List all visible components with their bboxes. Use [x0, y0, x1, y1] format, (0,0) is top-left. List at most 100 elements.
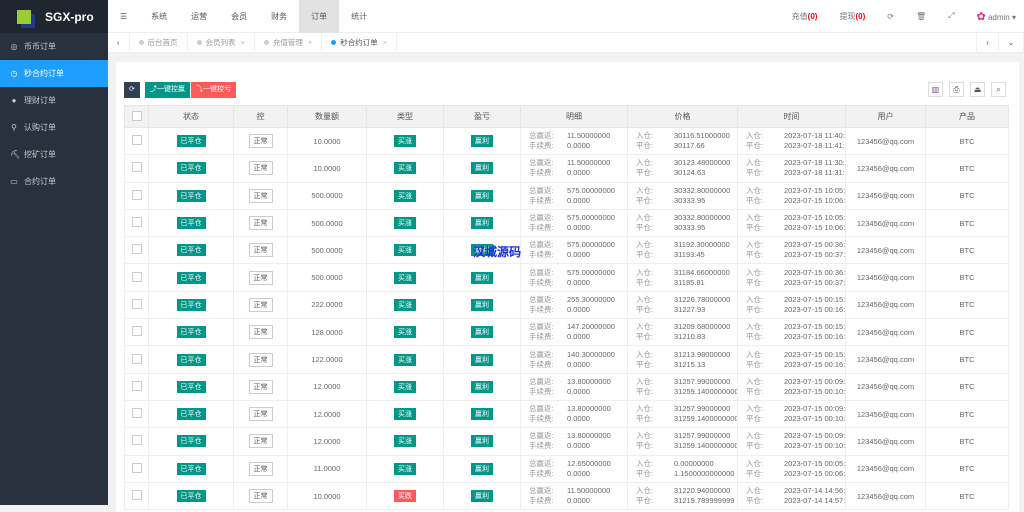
checkbox[interactable] [131, 353, 142, 364]
refresh-button[interactable]: ⟳ [124, 82, 140, 98]
ctrl-badge[interactable]: 正常 [248, 134, 273, 149]
sidebar-item[interactable]: ⛏ 挖矿订单 [0, 141, 108, 168]
checkbox[interactable] [131, 244, 142, 255]
page-tab[interactable]: 会员列表 × [188, 32, 255, 53]
column-header[interactable]: 数量额 [287, 105, 367, 128]
column-header[interactable]: 控 [233, 105, 288, 128]
nav-item[interactable]: 统计 [339, 0, 379, 33]
row-checkbox[interactable] [124, 236, 149, 265]
sidebar-item[interactable]: ▭ 合约订单 [0, 168, 108, 195]
ctrl-badge[interactable]: 正常 [248, 270, 273, 285]
sidebar-item[interactable]: ◎ 币币订单 [0, 33, 108, 60]
checkbox[interactable] [131, 462, 142, 473]
row-checkbox[interactable] [124, 399, 149, 429]
tabs-next-button[interactable]: › [976, 32, 999, 53]
column-header[interactable]: 价格 [627, 105, 738, 128]
row-checkbox[interactable] [124, 318, 149, 347]
user-menu[interactable]: ✿ admin ▾ [977, 10, 1017, 23]
column-header[interactable]: 时间 [737, 105, 846, 128]
row-checkbox[interactable] [124, 481, 149, 511]
columns-icon[interactable]: ▥ [928, 82, 943, 97]
fullscreen-icon[interactable]: ⤢ [948, 11, 954, 21]
ctrl-badge[interactable]: 正常 [248, 188, 273, 203]
row-checkbox[interactable] [124, 290, 149, 320]
win-all-button[interactable]: ⤴一键控赢 [145, 82, 190, 98]
checkbox[interactable] [131, 162, 142, 173]
checkbox[interactable] [131, 408, 142, 419]
tabs-dropdown-button[interactable]: ⌄ [999, 32, 1024, 53]
nav-item[interactable]: 财务 [259, 0, 299, 33]
close-icon[interactable]: × [241, 38, 245, 47]
checkbox[interactable] [131, 135, 142, 146]
page-tab[interactable]: 后台首页 [130, 32, 188, 53]
ctrl-badge[interactable]: 正常 [248, 243, 273, 258]
checkbox[interactable] [131, 435, 142, 446]
nav-item[interactable]: 系统 [139, 0, 179, 33]
sidebar-item[interactable]: ⚲ 认购订单 [0, 114, 108, 141]
close-icon[interactable]: × [308, 38, 312, 47]
checkbox[interactable] [131, 189, 142, 200]
menu-toggle-icon[interactable]: ☰ [108, 0, 139, 33]
nav-item[interactable]: 运营 [179, 0, 219, 33]
column-header[interactable]: 产品 [925, 105, 1009, 128]
column-header[interactable]: 用户 [845, 105, 926, 128]
tabs-prev-button[interactable]: ‹ [108, 32, 130, 53]
label: 入仓: [746, 213, 764, 223]
price-cell-grid: 入仓: 31213.98000000 平仓: 31215.13 [628, 350, 737, 370]
row-checkbox[interactable] [124, 126, 149, 156]
page-tab[interactable]: 充值管理 × [255, 32, 323, 53]
checkbox[interactable] [131, 380, 142, 391]
select-all-checkbox[interactable] [124, 105, 149, 128]
row-checkbox[interactable] [124, 454, 149, 483]
nav-item[interactable]: 订单 [299, 0, 340, 33]
ctrl-badge[interactable]: 正常 [248, 216, 273, 231]
withdraw-link[interactable]: 提现(0) [839, 11, 865, 22]
column-header[interactable]: 盈亏 [443, 105, 521, 128]
column-header[interactable]: 状态 [148, 105, 234, 128]
page-tab[interactable]: 秒合约订单 × [322, 32, 398, 53]
checkbox[interactable] [131, 298, 142, 309]
checkbox[interactable] [131, 217, 142, 228]
row-checkbox[interactable] [124, 345, 149, 374]
ctrl-badge[interactable]: 正常 [248, 297, 273, 312]
ctrl-badge-cell: 正常 [233, 399, 288, 429]
price-cell-grid: 入仓: 31209.68000000 平仓: 31210.83 [628, 322, 737, 342]
ctrl-badge[interactable]: 正常 [248, 161, 273, 176]
export-icon[interactable]: ⏏ [970, 82, 985, 97]
label: 平仓: [746, 277, 764, 287]
nav-item[interactable]: 会员 [219, 0, 259, 33]
ctrl-badge[interactable]: 正常 [248, 489, 273, 503]
checkbox[interactable] [131, 271, 142, 282]
label: 平仓: [746, 223, 764, 233]
ctrl-badge[interactable]: 正常 [248, 379, 273, 394]
row-checkbox[interactable] [124, 372, 149, 401]
ctrl-badge[interactable]: 正常 [248, 325, 273, 340]
refresh-icon[interactable]: ⟳ [887, 12, 894, 21]
price-cell-grid: 入仓: 31226.78000000 平仓: 31227.93 [628, 295, 737, 315]
close-icon[interactable]: × [383, 38, 387, 47]
checkbox[interactable] [131, 490, 142, 500]
status-badge: 已平仓 [176, 189, 206, 202]
ctrl-badge[interactable]: 正常 [248, 434, 273, 449]
row-checkbox[interactable] [124, 208, 149, 238]
time-cell-value: 2023-07-15 00:05:32 [784, 458, 845, 468]
row-checkbox[interactable] [124, 181, 149, 210]
ctrl-badge[interactable]: 正常 [248, 461, 273, 476]
search-icon[interactable]: ⌕ [991, 82, 1006, 97]
sidebar-item[interactable]: ● 理财订单 [0, 87, 108, 114]
tab-dot-icon [263, 39, 269, 45]
column-header[interactable]: 类型 [366, 105, 444, 128]
row-checkbox[interactable] [124, 427, 149, 456]
sidebar-item[interactable]: ◷ 秒合约订单 [0, 60, 108, 87]
ctrl-badge[interactable]: 正常 [248, 352, 273, 367]
column-header[interactable]: 明细 [520, 105, 628, 128]
trash-icon[interactable]: 🗑 [916, 12, 926, 21]
lose-all-button[interactable]: ⤵一键控亏 [191, 82, 236, 98]
row-checkbox[interactable] [124, 263, 149, 292]
checkbox[interactable] [131, 326, 142, 337]
time-cell-grid: 入仓: 2023-07-15 00:05:32 平仓: 2023-07-15 00:0… [738, 459, 845, 479]
row-checkbox[interactable] [124, 154, 149, 183]
recharge-link[interactable]: 充值(0) [792, 11, 818, 22]
ctrl-badge[interactable]: 正常 [248, 407, 273, 422]
print-icon[interactable]: ⎙ [949, 82, 964, 97]
